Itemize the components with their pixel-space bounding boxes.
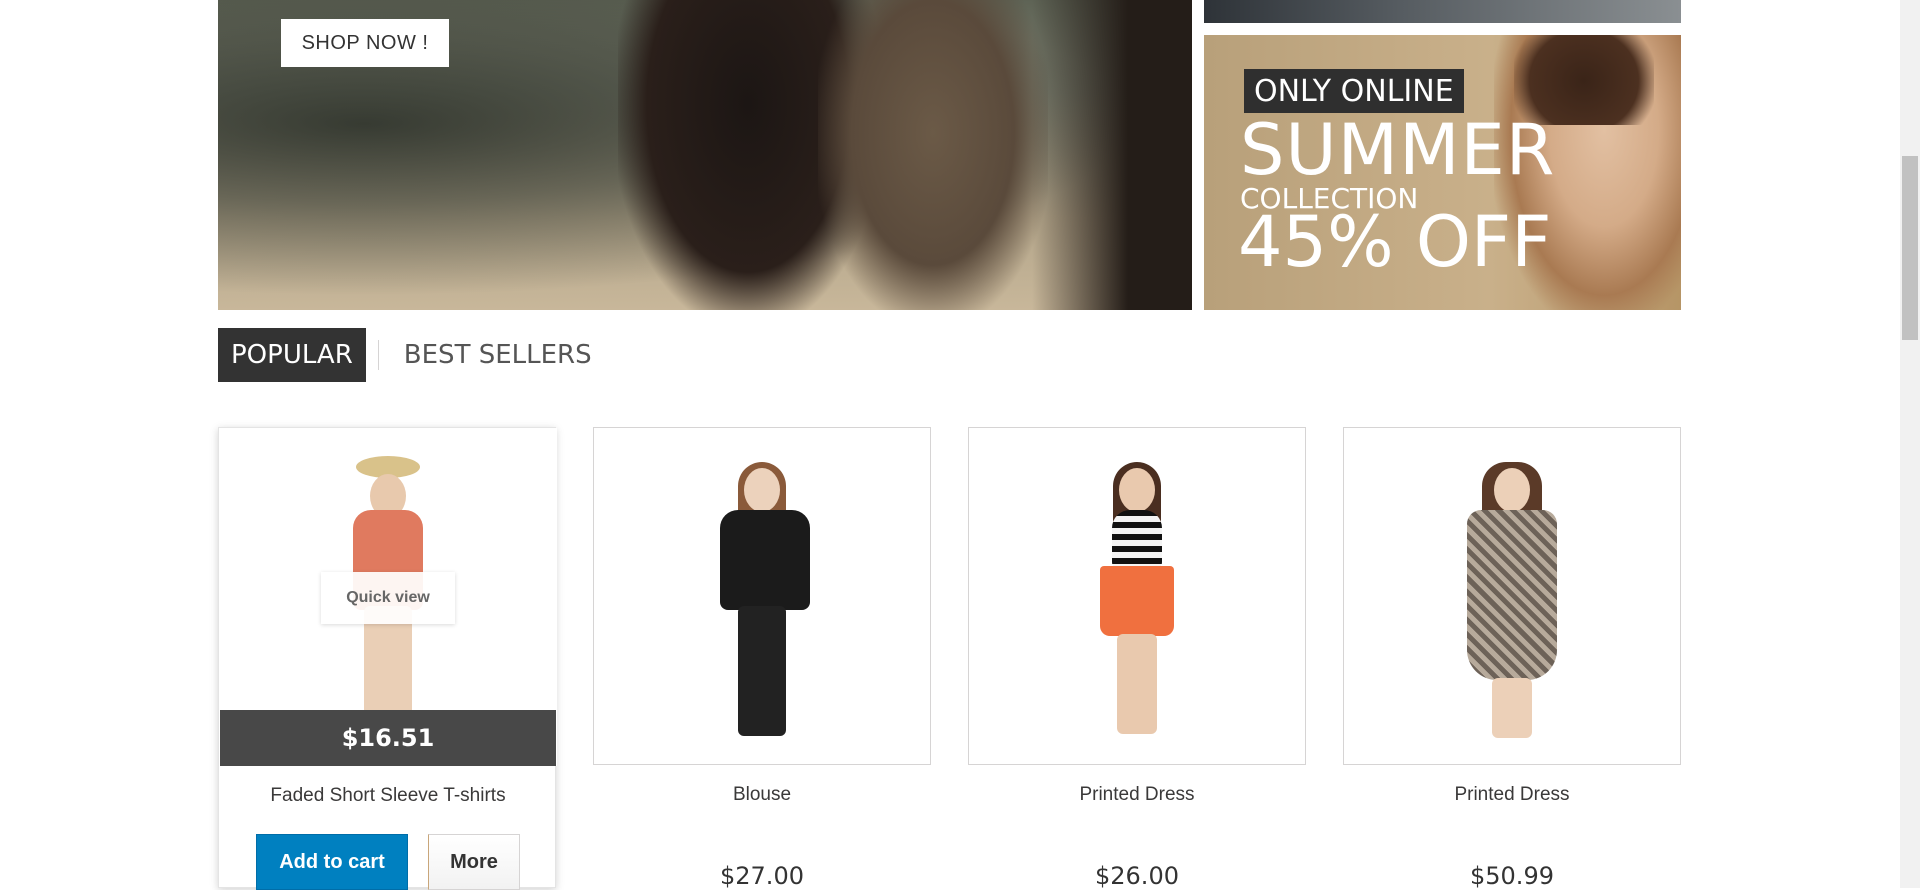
product-image[interactable] bbox=[1343, 427, 1681, 765]
hero-slider[interactable]: SHOP NOW ! bbox=[218, 0, 1192, 310]
price-overlay: $16.51 bbox=[220, 710, 556, 766]
page: SHOP NOW ! ONLY ONLINE SUMMER COLLECTION… bbox=[0, 0, 1900, 890]
product-price: $26.00 bbox=[1095, 862, 1179, 890]
tab-popular[interactable]: POPULAR bbox=[218, 328, 366, 382]
slider-image-shade bbox=[1032, 0, 1192, 310]
product-card[interactable]: Printed Dress $50.99 bbox=[1343, 427, 1681, 890]
model-top bbox=[720, 510, 810, 610]
scrollbar-thumb[interactable] bbox=[1902, 156, 1918, 340]
model-legs bbox=[1117, 634, 1157, 734]
product-tabs: POPULAR BEST SELLERS bbox=[218, 328, 605, 382]
product-card[interactable]: Printed Dress $26.00 bbox=[968, 427, 1306, 890]
product-image[interactable] bbox=[593, 427, 931, 765]
product-image[interactable]: Quick view $16.51 bbox=[219, 428, 557, 766]
add-to-cart-button[interactable]: Add to cart bbox=[256, 834, 408, 890]
shop-now-button[interactable]: SHOP NOW ! bbox=[281, 19, 449, 67]
quick-view-button[interactable]: Quick view bbox=[321, 572, 455, 624]
product-name[interactable]: Blouse bbox=[593, 784, 931, 806]
product-price: $50.99 bbox=[1470, 862, 1554, 890]
product-photo-model bbox=[702, 448, 822, 748]
model-top bbox=[1112, 510, 1162, 570]
slider-image-model-trench bbox=[818, 0, 1048, 310]
product-card[interactable]: Blouse $27.00 bbox=[593, 427, 931, 890]
product-name[interactable]: Faded Short Sleeve T-shirts bbox=[219, 785, 557, 807]
model-dress bbox=[1467, 510, 1557, 680]
model-head bbox=[1119, 468, 1155, 512]
product-name[interactable]: Printed Dress bbox=[1343, 784, 1681, 806]
product-card[interactable]: Quick view $16.51 Faded Short Sleeve T-s… bbox=[218, 427, 557, 890]
product-name[interactable]: Printed Dress bbox=[968, 784, 1306, 806]
model-head bbox=[744, 468, 780, 512]
product-photo-model bbox=[1077, 448, 1197, 748]
model-head bbox=[1494, 468, 1530, 512]
product-image[interactable] bbox=[968, 427, 1306, 765]
model-legs bbox=[738, 606, 786, 736]
model-skirt bbox=[1100, 566, 1174, 636]
discount-label: 45% OFF bbox=[1238, 201, 1552, 283]
product-photo-model bbox=[1452, 448, 1572, 748]
tab-best-sellers[interactable]: BEST SELLERS bbox=[379, 328, 605, 382]
summer-heading: SUMMER bbox=[1240, 109, 1556, 191]
summer-collection-banner[interactable]: ONLY ONLINE SUMMER COLLECTION 45% OFF bbox=[1204, 35, 1681, 310]
product-price: $27.00 bbox=[720, 862, 804, 890]
top-right-banner[interactable] bbox=[1204, 0, 1681, 23]
page-scrollbar[interactable] bbox=[1900, 0, 1920, 888]
more-button[interactable]: More bbox=[428, 834, 520, 890]
only-online-label: ONLY ONLINE bbox=[1244, 69, 1464, 113]
model-legs bbox=[1492, 678, 1532, 738]
